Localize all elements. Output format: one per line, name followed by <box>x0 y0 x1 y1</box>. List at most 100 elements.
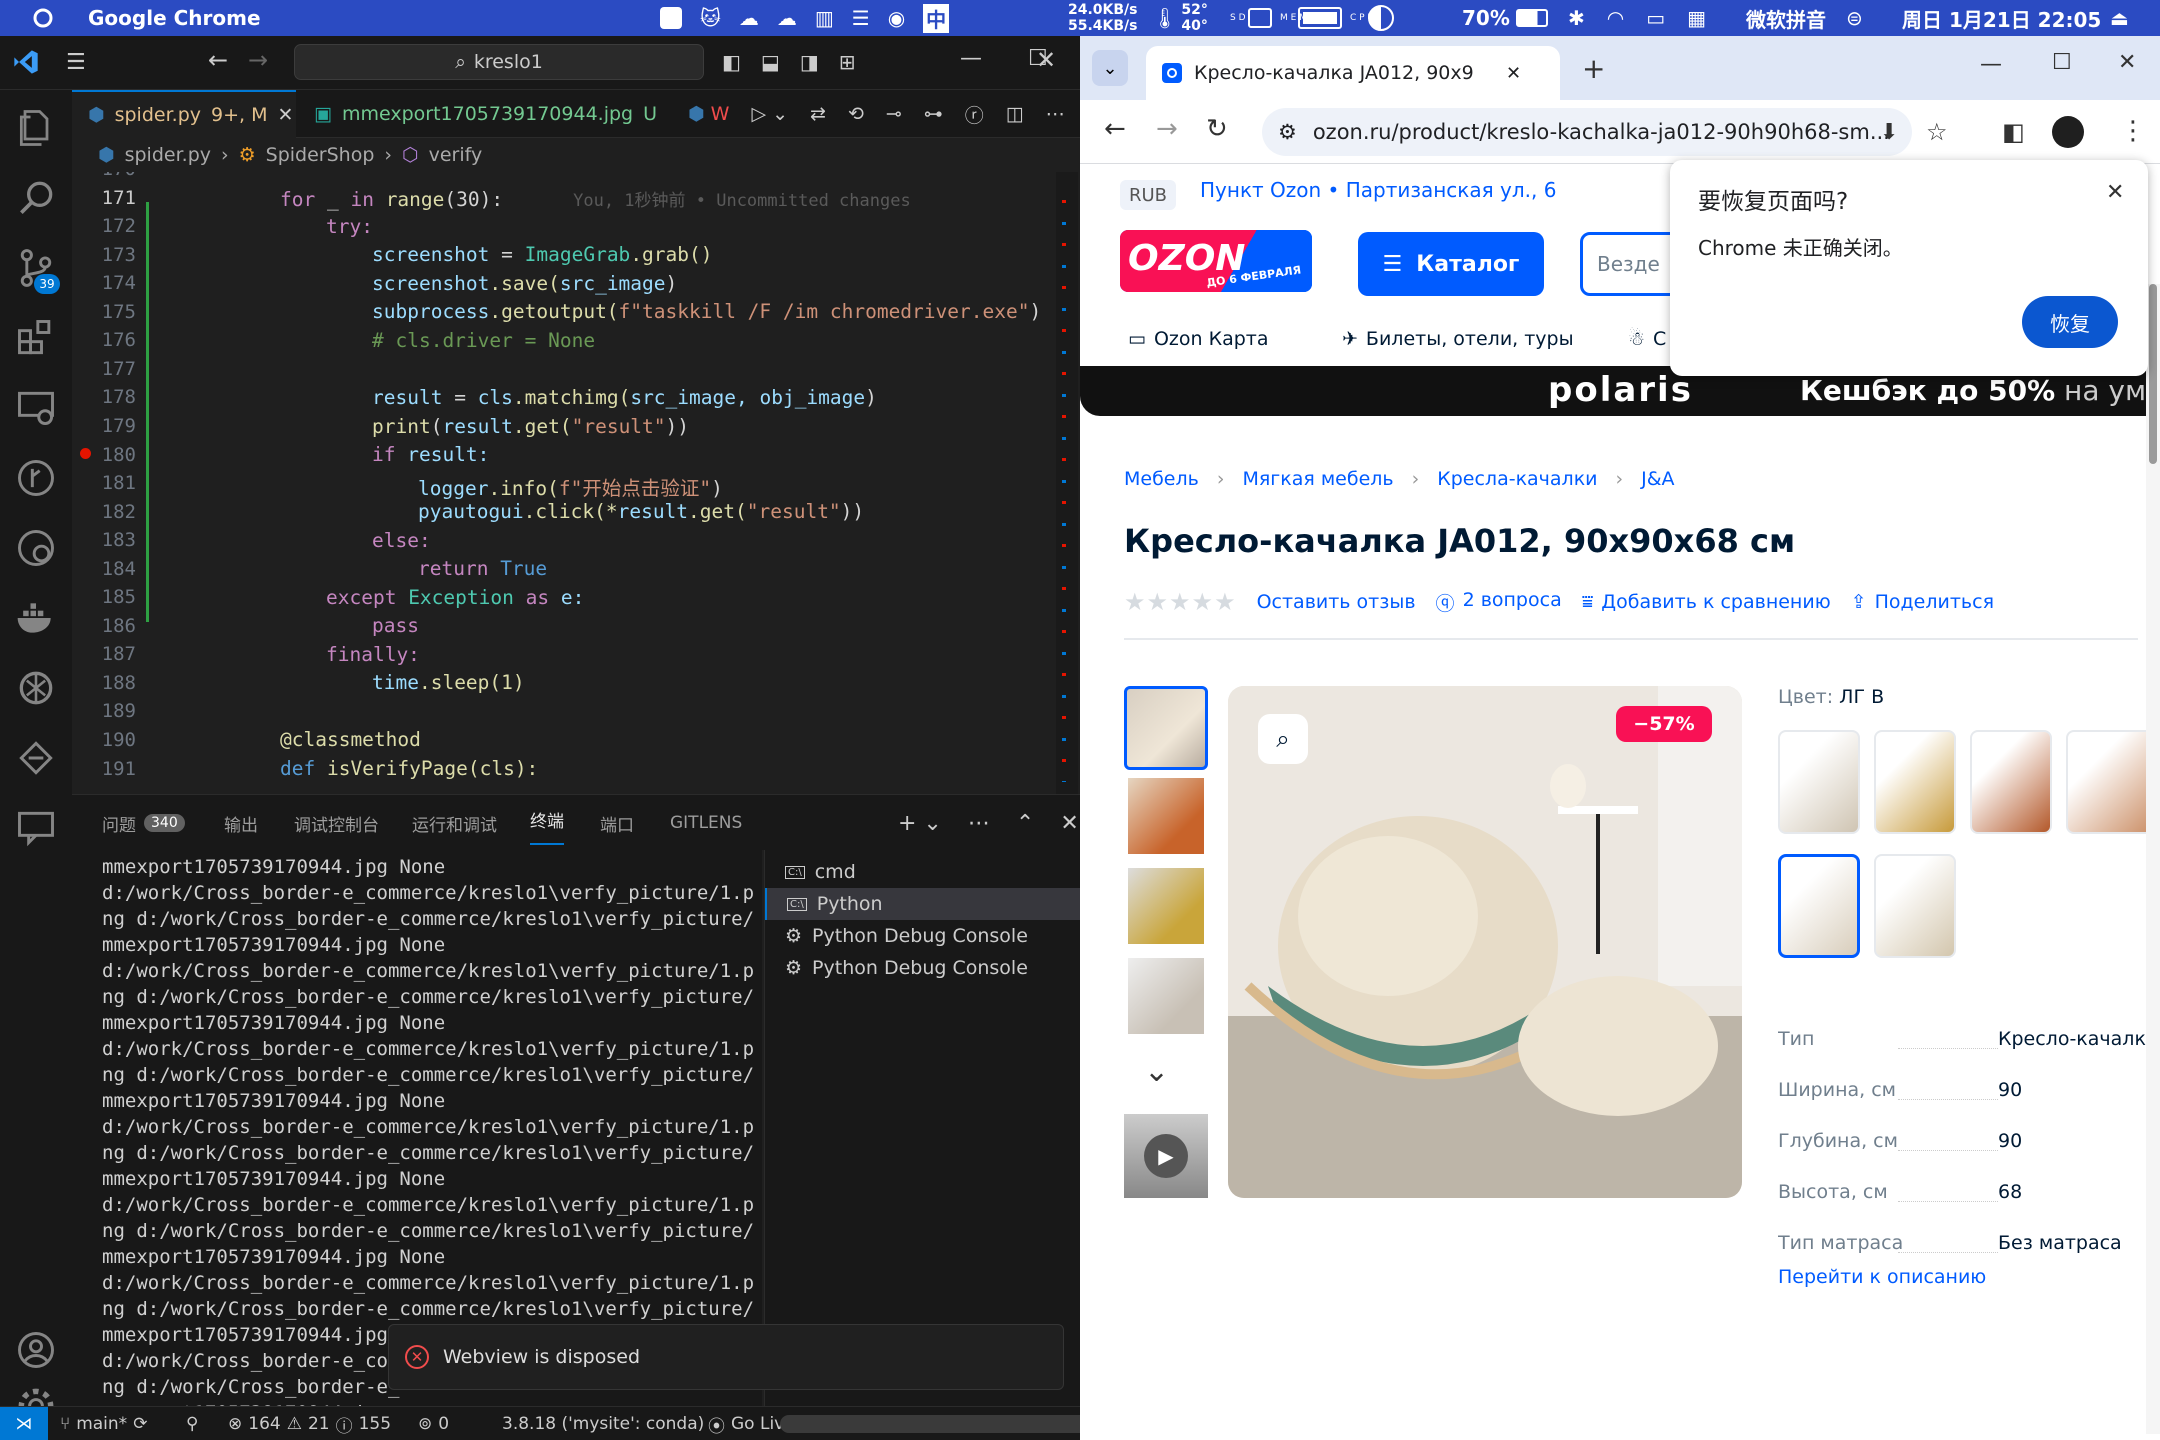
python-run-icon[interactable]: ⬢ W <box>688 103 729 125</box>
chatgpt-icon[interactable] <box>14 666 58 710</box>
toggle-secondary-sidebar-icon[interactable]: ◨ <box>800 50 819 74</box>
product-main-image[interactable]: ⌕ −57% <box>1228 686 1742 1198</box>
close-icon[interactable]: ✕ <box>1036 46 1056 74</box>
remote-explorer-icon[interactable] <box>14 386 58 430</box>
nav-ozon-card[interactable]: ▭ Ozon Карта <box>1128 328 1269 350</box>
tray-app-icon[interactable] <box>660 7 682 29</box>
chart-icon[interactable]: ▥ <box>815 6 834 30</box>
thumbnail-1[interactable] <box>1124 686 1208 770</box>
ozon-logo[interactable]: OZON ДО 6 ФЕВРАЛЯ <box>1120 230 1312 292</box>
nav-travel[interactable]: ✈ Билеты, отели, туры <box>1342 328 1574 350</box>
explorer-icon[interactable] <box>14 106 58 150</box>
tab-close-icon[interactable]: ✕ <box>1506 63 1521 84</box>
command-center-search[interactable]: ⌕ kreslo1 <box>294 44 704 80</box>
next-change-icon[interactable]: ⊶ <box>924 103 943 125</box>
bookmark-star-icon[interactable]: ☆ <box>1926 118 1948 146</box>
nav-more[interactable]: ☃ С <box>1628 328 1666 350</box>
notification-toast[interactable]: ✕ Webview is disposed <box>388 1324 1064 1390</box>
color-option-2[interactable] <box>1874 730 1956 834</box>
maximize-icon[interactable]: ☐ <box>2052 50 2072 75</box>
tab-problems[interactable]: 问题 340 <box>102 795 185 851</box>
color-option-1[interactable] <box>1778 730 1860 834</box>
profile-avatar-icon[interactable] <box>2052 116 2084 148</box>
compare-link[interactable]: ⩸ Добавить к сравнению <box>1582 591 1831 613</box>
restore-button[interactable]: 恢复 <box>2022 296 2118 348</box>
split-editor-icon[interactable]: ◫ <box>1006 103 1024 125</box>
tab-close-icon[interactable]: ✕ <box>277 104 293 126</box>
breadcrumb-class[interactable]: SpiderShop <box>266 144 375 166</box>
tab-ports[interactable]: 端口 <box>600 795 634 851</box>
ime-icon[interactable]: 中 <box>923 3 950 33</box>
gitlens-status-icon[interactable]: ⚲ <box>186 1407 198 1440</box>
more-icon[interactable]: ⋯ <box>968 811 990 836</box>
tab-search-icon[interactable]: ⌄ <box>1092 50 1128 86</box>
chevron-down-icon[interactable]: ⌄ <box>1144 1054 1169 1089</box>
thumbnail-2[interactable] <box>1128 778 1204 854</box>
image-search-icon[interactable]: ⌕ <box>1258 714 1308 764</box>
back-icon[interactable]: ← <box>1104 114 1126 144</box>
thumbnail-4[interactable] <box>1128 958 1204 1034</box>
run-debug-icon[interactable] <box>14 526 58 570</box>
reload-icon[interactable]: ↻ <box>1206 114 1228 144</box>
timeline-icon[interactable]: ⟲ <box>848 103 864 125</box>
search-view-icon[interactable] <box>14 176 58 220</box>
thumbnail-3[interactable] <box>1128 868 1204 944</box>
eject-icon[interactable]: ⏏ <box>2110 0 2129 36</box>
system-menu-icon[interactable] <box>32 0 54 36</box>
tab-output[interactable]: 输出 <box>224 795 258 851</box>
breadcrumb-method[interactable]: verify <box>429 144 483 166</box>
user-icon[interactable]: ◉ <box>888 6 905 30</box>
terminal-item-python[interactable]: C:\ Python <box>765 888 1081 920</box>
cat-icon[interactable]: 🐱 <box>700 6 721 30</box>
prev-change-icon[interactable]: ⊸ <box>886 103 902 125</box>
pickup-point[interactable]: Пункт Ozon • Партизанская ул., 6 <box>1200 178 1556 202</box>
color-option-6[interactable] <box>1874 854 1956 958</box>
close-icon[interactable]: ✕ <box>2118 50 2136 75</box>
install-app-icon[interactable]: ⬇ <box>1880 120 1898 145</box>
gitlens-action-icon[interactable]: ⓡ <box>965 101 984 128</box>
terminal-item-debug-1[interactable]: ⚙ Python Debug Console <box>765 920 1081 952</box>
maximize-panel-icon[interactable]: ⌃ <box>1016 811 1034 836</box>
problems-status[interactable]: ⊗ 164 ⚠ 21 ⓘ 155 <box>228 1407 391 1440</box>
chrome-menu-icon[interactable]: ⋮ <box>2120 116 2146 146</box>
leave-review-link[interactable]: Оставить отзыв <box>1257 591 1416 613</box>
battery[interactable]: 70% <box>1462 0 1548 36</box>
color-option-3[interactable] <box>1970 730 2052 834</box>
dialog-close-icon[interactable]: ✕ <box>2106 180 2124 205</box>
editor-scrollbar[interactable] <box>1056 172 1078 794</box>
tab-spider-py[interactable]: ⬢ spider.py 9+, M ✕ <box>72 90 296 138</box>
git-graph-icon[interactable] <box>14 456 58 500</box>
new-tab-icon[interactable]: + <box>1582 52 1605 85</box>
video-thumbnail[interactable]: ▶ <box>1124 1114 1208 1198</box>
go-to-description-link[interactable]: Перейти к описанию <box>1778 1266 1986 1288</box>
currency-selector[interactable]: RUB <box>1120 180 1176 210</box>
page-scrollbar[interactable] <box>2146 284 2160 1434</box>
toggle-panel-icon[interactable]: ⬓ <box>761 50 780 74</box>
tab-gitlens[interactable]: GITLENS <box>670 795 742 851</box>
cloud-icon[interactable]: ☁ <box>739 6 759 30</box>
side-panel-icon[interactable]: ◧ <box>2002 118 2025 146</box>
python-interpreter[interactable]: 3.8.18 ('mysite': conda) <box>502 1407 704 1440</box>
catalog-button[interactable]: ☰ Каталог <box>1358 232 1544 296</box>
docker-icon[interactable] <box>14 596 58 640</box>
close-panel-icon[interactable]: ✕ <box>1060 811 1078 836</box>
accounts-icon[interactable] <box>14 1328 58 1372</box>
tab-run-debug[interactable]: 运行和调试 <box>412 795 497 851</box>
breadcrumb-link[interactable]: Мягкая мебель <box>1242 468 1393 490</box>
site-info-icon[interactable]: ⚙ <box>1278 120 1297 144</box>
terminal-item-cmd[interactable]: C:\ cmd <box>765 856 1081 888</box>
breakpoint-icon[interactable] <box>80 448 91 459</box>
compare-icon[interactable]: ⇄ <box>810 103 826 125</box>
forward-icon[interactable]: → <box>1156 114 1178 144</box>
code-editor[interactable]: 1701711721731741751761771781791801811821… <box>72 172 1080 794</box>
remote-indicator-icon[interactable]: ⋊ <box>0 1407 48 1440</box>
sliders-icon[interactable]: ☰ <box>852 6 870 30</box>
breadcrumb-file[interactable]: spider.py <box>125 144 211 166</box>
new-terminal-icon[interactable]: + ⌄ <box>898 811 942 836</box>
tab-debug-console[interactable]: 调试控制台 <box>294 795 379 851</box>
tab-image[interactable]: ▣ mmexport1705739170944.jpg U <box>298 90 673 138</box>
questions-link[interactable]: ⓠ 2 вопроса <box>1436 589 1562 616</box>
share-link[interactable]: ⇪ Поделиться <box>1851 591 1994 613</box>
run-file-icon[interactable]: ▷ ⌄ <box>751 103 788 125</box>
wifi-icon[interactable]: ◠ <box>1607 6 1624 30</box>
